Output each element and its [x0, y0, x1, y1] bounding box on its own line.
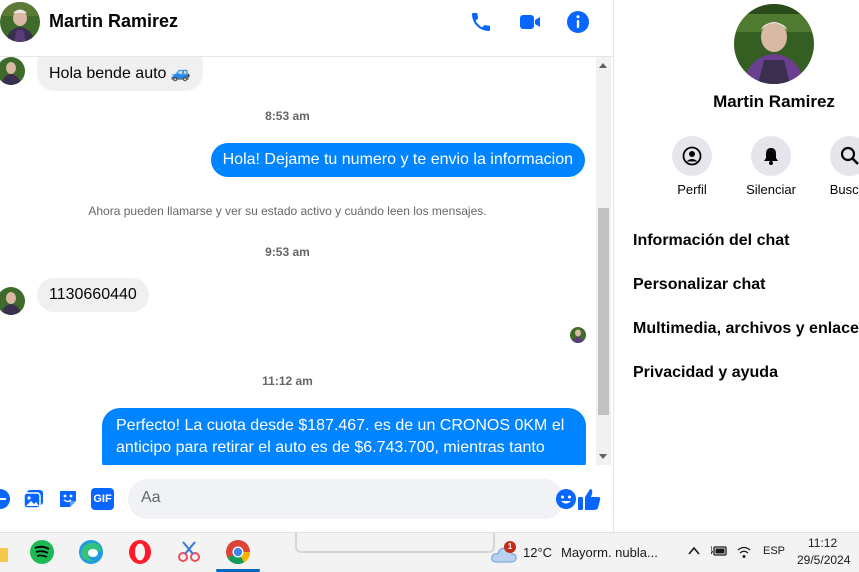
clock-date[interactable]: 29/5/2024 [797, 553, 850, 567]
add-icon[interactable] [0, 488, 11, 510]
chevron-up-icon[interactable] [688, 546, 700, 556]
chat-info-panel: Martin Ramirez Perfil Silenciar Busc Inf… [613, 0, 859, 532]
window-preview-edge [295, 533, 495, 553]
profile-name: Martin Ramirez [713, 92, 835, 111]
message-bubble-incoming[interactable]: Hola bende auto 🚙 [37, 57, 203, 91]
phone-icon[interactable] [469, 10, 493, 34]
message-bubble-outgoing[interactable]: Hola! Dejame tu numero y te envio la inf… [210, 143, 585, 177]
file-explorer-icon[interactable] [0, 540, 10, 568]
search-action[interactable]: Buscar [820, 136, 859, 197]
menu-customize-chat[interactable]: Personalizar chat [633, 276, 766, 294]
message-composer: GIF [0, 465, 613, 532]
message-timestamp: 11:12 am [262, 374, 313, 388]
menu-chat-info[interactable]: Información del chat [633, 232, 789, 250]
profile-icon [682, 146, 702, 166]
spotify-icon[interactable] [28, 538, 56, 566]
message-timestamp: 9:53 am [265, 245, 310, 259]
contact-avatar-small [0, 57, 25, 85]
emoji-icon[interactable] [555, 488, 577, 510]
search-icon [840, 146, 859, 165]
wifi-icon[interactable] [737, 545, 751, 559]
video-call-icon[interactable] [518, 10, 542, 34]
search-action-label: Buscar [829, 182, 859, 197]
profile-action[interactable]: Perfil [662, 136, 722, 197]
info-icon[interactable] [566, 10, 590, 34]
clock-time[interactable]: 11:12 [808, 536, 837, 550]
profile-action-label: Perfil [677, 182, 707, 197]
windows-taskbar: 1 12°C Mayorm. nubla... ESP 11:12 29/5/2… [0, 532, 859, 572]
gif-icon[interactable]: GIF [91, 488, 114, 510]
message-bubble-outgoing[interactable]: Perfecto! La cuota desde $187.467. es de… [102, 408, 586, 465]
sticker-icon[interactable] [57, 488, 79, 510]
system-notice: Ahora pueden llamarse y ver su estado ac… [88, 204, 487, 218]
message-timestamp: 8:53 am [265, 109, 310, 123]
contact-name[interactable]: Martin Ramirez [49, 11, 178, 32]
read-receipt-avatar [570, 327, 586, 343]
snipping-tool-icon[interactable] [175, 538, 203, 566]
scroll-up-arrow[interactable] [599, 63, 607, 68]
message-scrollbar[interactable] [596, 57, 611, 465]
bell-icon [764, 148, 778, 165]
edge-icon[interactable] [77, 538, 105, 566]
mute-action-label: Silenciar [746, 182, 796, 197]
weather-description[interactable]: Mayorm. nubla... [561, 545, 658, 560]
scroll-thumb[interactable] [598, 208, 609, 415]
message-input-container[interactable] [128, 479, 576, 519]
messenger-window: Martin Ramirez Hola bende auto 🚙 8:53 am… [0, 0, 859, 572]
message-list: Hola bende auto 🚙 8:53 am Hola! Dejame t… [0, 57, 596, 465]
image-icon[interactable] [23, 488, 45, 510]
like-icon[interactable] [576, 486, 602, 512]
mute-action[interactable]: Silenciar [741, 136, 801, 197]
message-input[interactable] [141, 489, 521, 507]
contact-avatar[interactable] [0, 2, 40, 42]
chat-header: Martin Ramirez [0, 0, 613, 57]
profile-avatar[interactable] [734, 4, 814, 84]
weather-temp[interactable]: 12°C [523, 545, 552, 560]
message-bubble-incoming[interactable]: 1130660440 [37, 278, 149, 312]
language-indicator[interactable]: ESP [763, 545, 785, 557]
contact-avatar-small [0, 287, 25, 315]
scroll-down-arrow[interactable] [599, 454, 607, 459]
battery-icon[interactable] [711, 545, 727, 557]
chrome-icon[interactable] [224, 538, 252, 566]
menu-privacy-help[interactable]: Privacidad y ayuda [633, 364, 778, 382]
weather-badge: 1 [504, 541, 516, 553]
opera-icon[interactable] [126, 538, 154, 566]
menu-media-files-links[interactable]: Multimedia, archivos y enlaces [633, 320, 859, 338]
